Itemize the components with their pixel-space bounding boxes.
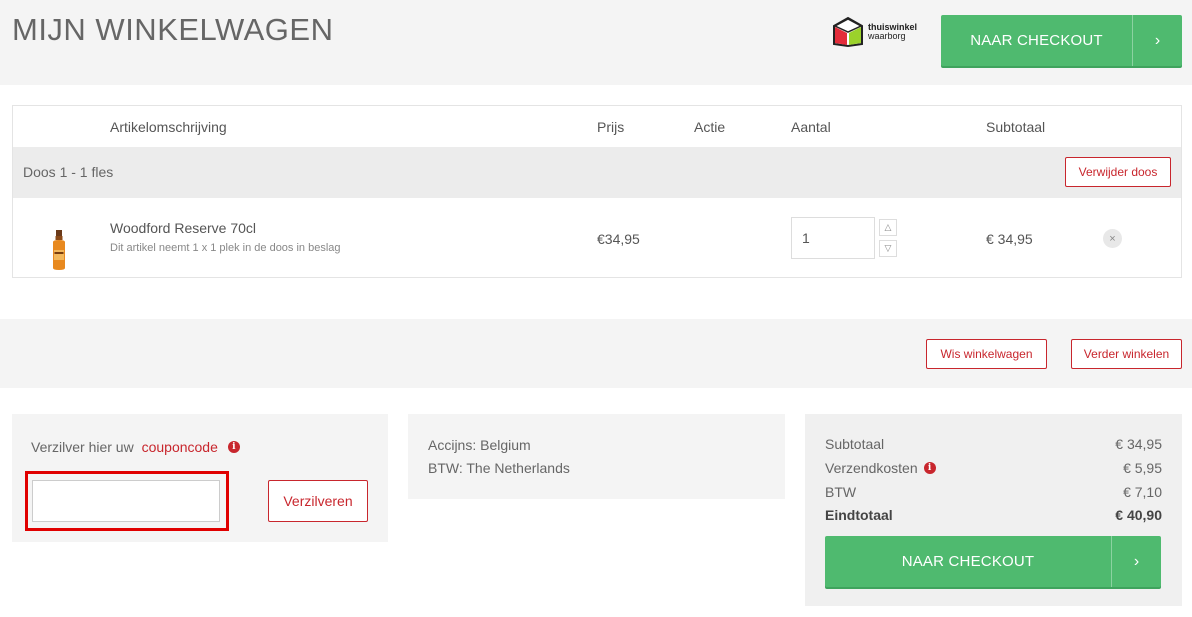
coupon-text-prefix: Verzilver hier uw <box>31 439 138 455</box>
shipping-info-icon[interactable]: i <box>923 462 936 474</box>
item-note: Dit artikel neemt 1 x 1 plek in de doos … <box>110 242 341 254</box>
column-header-price: Prijs <box>597 119 625 135</box>
column-header-quantity: Aantal <box>791 119 831 135</box>
totals-row-shipping: Verzendkosten i € 5,95 <box>825 460 1162 480</box>
item-name[interactable]: Woodford Reserve 70cl <box>110 220 256 236</box>
info-icon[interactable]: i <box>227 441 240 453</box>
remove-item-button[interactable]: × <box>1103 229 1122 248</box>
chevron-right-icon: › <box>1132 15 1182 66</box>
page-title: MIJN WINKELWAGEN <box>12 12 334 47</box>
page-header: MIJN WINKELWAGEN thuiswinkel waarborg NA… <box>0 0 1192 85</box>
close-icon: × <box>1109 232 1116 245</box>
box-label: Doos 1 - 1 fles <box>23 164 114 180</box>
whiskey-bottle-image <box>53 230 65 270</box>
clear-cart-button[interactable]: Wis winkelwagen <box>926 339 1047 369</box>
cart-actions-bar: Wis winkelwagen Verder winkelen <box>0 319 1192 388</box>
chevron-up-icon: △ <box>884 222 892 232</box>
total-label: Eindtotaal <box>825 507 893 523</box>
subtotal-label: Subtotaal <box>825 436 885 452</box>
total-value: € 40,90 <box>1115 507 1162 523</box>
shipping-label-group: Verzendkosten i <box>825 460 936 476</box>
coupon-input[interactable] <box>32 480 220 522</box>
coupon-panel: Verzilver hier uw couponcode i Verzilver… <box>12 414 388 542</box>
column-header-action: Actie <box>694 119 726 135</box>
checkout-button-label: NAAR CHECKOUT <box>901 553 1035 570</box>
shipping-label: Verzendkosten <box>825 460 918 476</box>
vat-label: BTW <box>825 484 857 500</box>
remove-box-button[interactable]: Verwijder doos <box>1065 157 1171 187</box>
thuiswinkel-house-icon <box>833 16 863 48</box>
chevron-down-icon: ▽ <box>884 243 892 253</box>
checkout-button-top[interactable]: NAAR CHECKOUT › <box>941 15 1182 66</box>
coupon-text: Verzilver hier uw couponcode i <box>31 439 240 455</box>
totals-row-vat: BTW € 7,10 <box>825 484 1162 504</box>
chevron-right-icon: › <box>1111 536 1161 587</box>
vat-info: BTW: The Netherlands <box>428 460 570 476</box>
vat-value: € 7,10 <box>1123 484 1162 500</box>
totals-panel: Subtotaal € 34,95 Verzendkosten i € 5,95… <box>805 414 1182 606</box>
coupon-code-link[interactable]: couponcode <box>142 439 218 455</box>
cart-table: Artikelomschrijving Prijs Actie Aantal S… <box>12 105 1182 278</box>
checkout-button-label: NAAR CHECKOUT <box>970 32 1103 49</box>
subtotal-value: € 34,95 <box>1115 436 1162 452</box>
excise-info: Accijns: Belgium <box>428 437 531 453</box>
quantity-increase-button[interactable]: △ <box>879 219 897 236</box>
totals-row-subtotal: Subtotaal € 34,95 <box>825 436 1162 456</box>
thuiswinkel-logo[interactable]: thuiswinkel waarborg <box>832 15 922 49</box>
continue-shopping-button[interactable]: Verder winkelen <box>1071 339 1182 369</box>
box-row: Doos 1 - 1 fles Verwijder doos <box>13 147 1181 198</box>
checkout-button-bottom[interactable]: NAAR CHECKOUT › <box>825 536 1161 587</box>
quantity-decrease-button[interactable]: ▽ <box>879 240 897 257</box>
shipping-value: € 5,95 <box>1123 460 1162 476</box>
quantity-input[interactable] <box>791 217 875 259</box>
item-price: €34,95 <box>597 231 640 247</box>
totals-row-total: Eindtotaal € 40,90 <box>825 507 1162 527</box>
column-header-subtotal: Subtotaal <box>986 119 1046 135</box>
logo-line-2: waarborg <box>868 31 906 41</box>
redeem-coupon-button[interactable]: Verzilveren <box>268 480 368 522</box>
column-header-description: Artikelomschrijving <box>110 119 227 135</box>
logo-text: thuiswinkel waarborg <box>868 23 917 41</box>
tax-info-panel: Accijns: Belgium BTW: The Netherlands <box>408 414 785 499</box>
item-subtotal: € 34,95 <box>986 231 1033 247</box>
